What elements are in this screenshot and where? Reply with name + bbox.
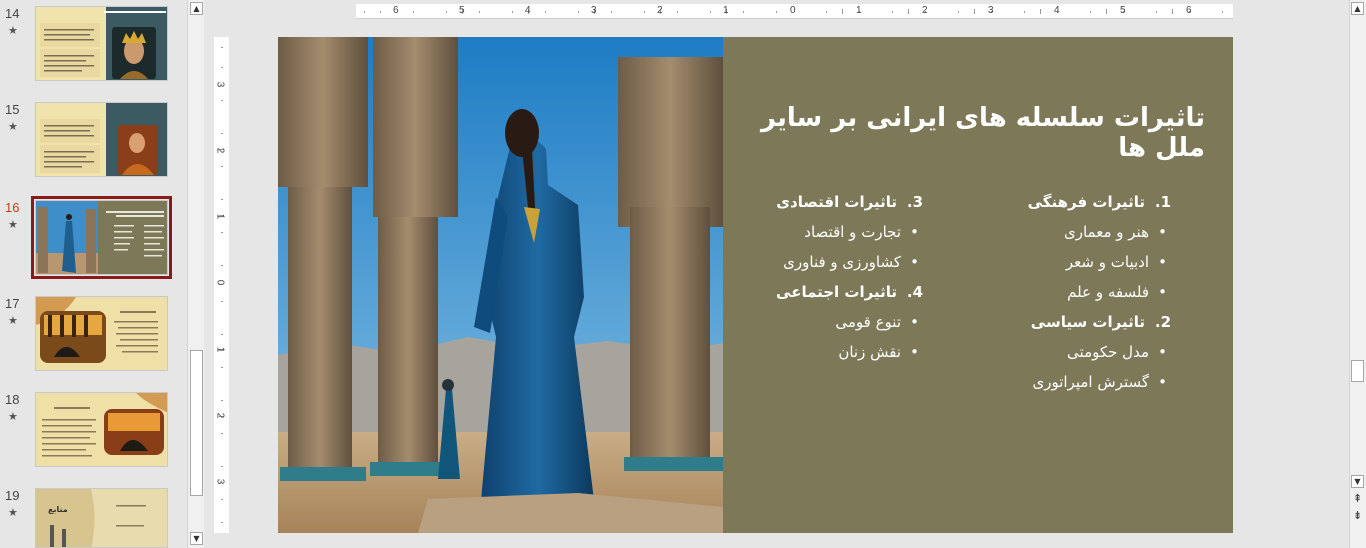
slide-thumbnail-pane: 14 ★ 15 ★ 16 ★ 17 ★ 18 ★ 19 ★ منابع bbox=[0, 0, 187, 548]
ruler-label: 1 bbox=[723, 5, 729, 16]
animation-star-icon: ★ bbox=[8, 314, 18, 327]
ruler-label: 4 bbox=[1054, 5, 1060, 16]
ruler-label: 2 bbox=[657, 5, 663, 16]
scroll-down-arrow-icon[interactable]: ▼ bbox=[1351, 475, 1364, 488]
slide-title[interactable]: تاثیرات سلسله های ایرانی بر سایر ملل ها bbox=[705, 103, 1205, 163]
editor-scrollbar[interactable]: ▲ ▼ ⇞ ⇟ bbox=[1349, 0, 1366, 548]
thumbnail-title: منابع bbox=[48, 505, 68, 514]
slide-number: 18 bbox=[5, 392, 20, 407]
slide-thumbnail[interactable] bbox=[35, 6, 168, 81]
slide-number: 14 bbox=[5, 6, 20, 21]
ruler-label: 2 bbox=[214, 412, 226, 419]
thumbnail-title-lines bbox=[104, 11, 166, 17]
ruler-label: 2 bbox=[922, 5, 928, 16]
ruler-label: 5 bbox=[459, 5, 465, 16]
ruler-label: 3 bbox=[214, 81, 226, 88]
ruler-label: 1 bbox=[856, 5, 862, 16]
scroll-up-arrow-icon[interactable]: ▲ bbox=[190, 2, 203, 15]
thumbnail-slide-15[interactable]: 15 ★ bbox=[0, 102, 187, 182]
list-item: کشاورزی و فناوری bbox=[743, 247, 923, 277]
thumbnail-slide-14[interactable]: 14 ★ bbox=[0, 6, 187, 86]
list-item: گسترش امپراتوری bbox=[991, 367, 1171, 397]
list-item: فلسفه و علم bbox=[991, 277, 1171, 307]
scrollbar-thumb[interactable] bbox=[190, 350, 203, 496]
thumbnail-graphic bbox=[36, 297, 158, 363]
list-item: هنر و معماری bbox=[991, 217, 1171, 247]
thumbnail-pane-scrollbar[interactable]: ▲ ▼ bbox=[187, 0, 204, 548]
slide-thumbnail[interactable] bbox=[35, 102, 168, 177]
left-content-column[interactable]: 3.تاثیرات اقتصادی تجارت و اقتصاد کشاورزی… bbox=[743, 187, 923, 367]
list-heading: 4.تاثیرات اجتماعی bbox=[776, 283, 923, 301]
list-heading: 1.تاثیرات فرهنگی bbox=[1027, 193, 1171, 211]
ruler-label: 1 bbox=[214, 346, 226, 353]
thumbnail-slide-17[interactable]: 17 ★ bbox=[0, 296, 187, 376]
list-item: مدل حکومتی bbox=[991, 337, 1171, 367]
previous-slide-icon[interactable]: ⇞ bbox=[1353, 492, 1362, 505]
ruler-label: 0 bbox=[214, 279, 226, 286]
vertical-ruler[interactable]: 3 2 1 0 1 2 3 bbox=[214, 37, 229, 533]
slide-number: 19 bbox=[5, 488, 20, 503]
thumbnail-graphic bbox=[36, 489, 146, 547]
ruler-label: 6 bbox=[393, 5, 399, 16]
ruler-label: 3 bbox=[591, 5, 597, 16]
slide-number: 16 bbox=[5, 200, 20, 215]
slide-number: 15 bbox=[5, 102, 20, 117]
list-item: نقش زنان bbox=[743, 337, 923, 367]
horizontal-ruler[interactable]: 6 5 4 3 2 1 0 1 2 3 4 5 6 bbox=[356, 4, 1233, 19]
animation-star-icon: ★ bbox=[8, 506, 18, 519]
animation-star-icon: ★ bbox=[8, 24, 18, 37]
ruler-label: 0 bbox=[790, 5, 796, 16]
ruler-label: 5 bbox=[1120, 5, 1126, 16]
scroll-down-arrow-icon[interactable]: ▼ bbox=[190, 532, 203, 545]
slide-thumbnail[interactable] bbox=[35, 200, 168, 275]
thumbnail-graphic bbox=[40, 23, 156, 79]
list-item: ادبیات و شعر bbox=[991, 247, 1171, 277]
list-item: تنوع قومی bbox=[743, 307, 923, 337]
ruler-label: 6 bbox=[1186, 5, 1192, 16]
thumbnail-slide-16[interactable]: 16 ★ bbox=[0, 196, 187, 280]
thumbnail-slide-18[interactable]: 18 ★ bbox=[0, 392, 187, 472]
thumbnail-graphic bbox=[40, 119, 158, 175]
right-content-column[interactable]: 1.تاثیرات فرهنگی هنر و معماری ادبیات و ش… bbox=[991, 187, 1171, 397]
thumbnail-graphic bbox=[42, 393, 167, 457]
ruler-label: 2 bbox=[214, 147, 226, 154]
thumbnail-slide-19[interactable]: 19 ★ منابع bbox=[0, 488, 187, 548]
thumbnail-graphic bbox=[36, 201, 164, 274]
scroll-up-arrow-icon[interactable]: ▲ bbox=[1351, 2, 1364, 15]
animation-star-icon: ★ bbox=[8, 120, 18, 133]
slide-thumbnail[interactable] bbox=[35, 392, 168, 467]
slide-thumbnail[interactable] bbox=[35, 296, 168, 371]
persepolis-woman-image bbox=[278, 37, 723, 533]
slide-thumbnail[interactable]: منابع bbox=[35, 488, 168, 548]
ruler-label: 3 bbox=[214, 478, 226, 485]
scrollbar-thumb[interactable] bbox=[1351, 360, 1364, 382]
list-heading: 3.تاثیرات اقتصادی bbox=[776, 193, 923, 211]
slide-number: 17 bbox=[5, 296, 20, 311]
list-item: تجارت و اقتصاد bbox=[743, 217, 923, 247]
ruler-label: 4 bbox=[525, 5, 531, 16]
animation-star-icon: ★ bbox=[8, 410, 18, 423]
ruler-label: 1 bbox=[214, 213, 226, 220]
list-heading: 2.تاثیرات سیاسی bbox=[1030, 313, 1171, 331]
ruler-label: 3 bbox=[988, 5, 994, 16]
slide-photo[interactable] bbox=[278, 37, 723, 533]
next-slide-icon[interactable]: ⇟ bbox=[1353, 509, 1362, 522]
slide-canvas[interactable]: تاثیرات سلسله های ایرانی بر سایر ملل ها … bbox=[278, 37, 1233, 533]
animation-star-icon: ★ bbox=[8, 218, 18, 231]
